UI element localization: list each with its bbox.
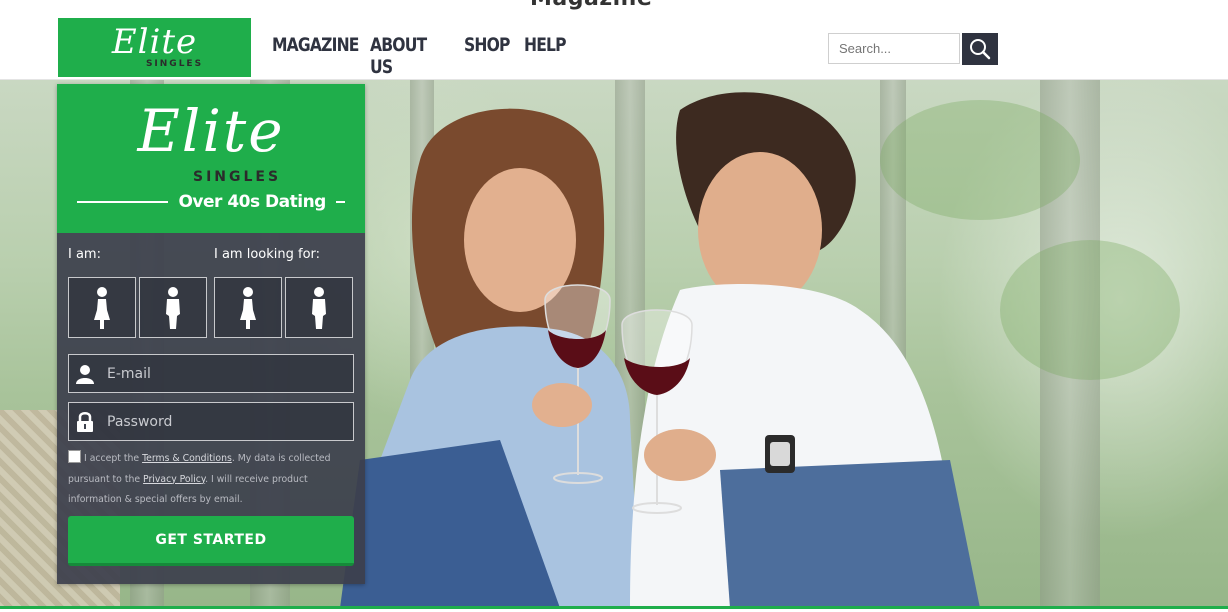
logo-script-text: Elite: [111, 21, 198, 62]
nav-about-us[interactable]: ABOUT US: [370, 34, 429, 78]
panel-header: Elite SINGLES Over 40s Dating: [57, 84, 365, 233]
header-logo[interactable]: Elite SINGLES: [58, 18, 251, 77]
looking-for-label: I am looking for:: [214, 247, 321, 262]
bottom-accent-line: [0, 606, 1228, 609]
i-am-male-option[interactable]: [139, 277, 207, 338]
main-nav: MAGAZINE ABOUT US SHOP HELP: [272, 34, 567, 78]
logo-sub-text: SINGLES: [145, 58, 204, 69]
looking-for-female-option[interactable]: [214, 277, 282, 338]
lock-icon: [69, 403, 101, 440]
site-header: Elite SINGLES MAGAZINE ABOUT US SHOP HEL…: [0, 16, 1228, 80]
tagline-rule: [335, 201, 345, 203]
email-input[interactable]: [101, 355, 353, 392]
password-field[interactable]: [68, 402, 354, 441]
signup-panel: Elite SINGLES Over 40s Dating I am: I am…: [57, 84, 365, 584]
male-icon: [312, 286, 326, 329]
privacy-link[interactable]: Privacy Policy: [143, 474, 205, 485]
email-field[interactable]: [68, 354, 354, 393]
password-input[interactable]: [101, 403, 353, 440]
looking-for-male-option[interactable]: [285, 277, 353, 338]
tagline-row: Over 40s Dating: [77, 192, 345, 212]
female-icon: [94, 286, 110, 329]
i-am-label: I am:: [68, 247, 101, 262]
panel-logo-sub: SINGLES: [193, 169, 282, 185]
nav-shop[interactable]: SHOP: [464, 34, 510, 78]
terms-link[interactable]: Terms & Conditions: [142, 453, 232, 464]
search-input[interactable]: [828, 33, 960, 64]
i-am-female-option[interactable]: [68, 277, 136, 338]
magazine-heading-peek: Magazine: [530, 0, 652, 11]
magnifier-icon: [970, 39, 991, 60]
couple-toasting-image: [340, 92, 980, 608]
consent-part1: I accept the: [84, 453, 143, 464]
male-icon: [166, 286, 180, 329]
user-icon: [69, 355, 101, 392]
female-icon: [240, 286, 256, 329]
nav-help[interactable]: HELP: [524, 34, 567, 78]
get-started-button[interactable]: GET STARTED: [68, 516, 354, 566]
tagline: Over 40s Dating: [178, 192, 326, 212]
nav-magazine[interactable]: MAGAZINE: [272, 34, 359, 78]
panel-logo-script: Elite: [137, 97, 285, 165]
search-button[interactable]: [962, 33, 998, 65]
consent-text: I accept the Terms & Conditions. My data…: [68, 449, 358, 511]
consent-checkbox[interactable]: [68, 450, 81, 463]
tagline-rule: [77, 201, 169, 203]
